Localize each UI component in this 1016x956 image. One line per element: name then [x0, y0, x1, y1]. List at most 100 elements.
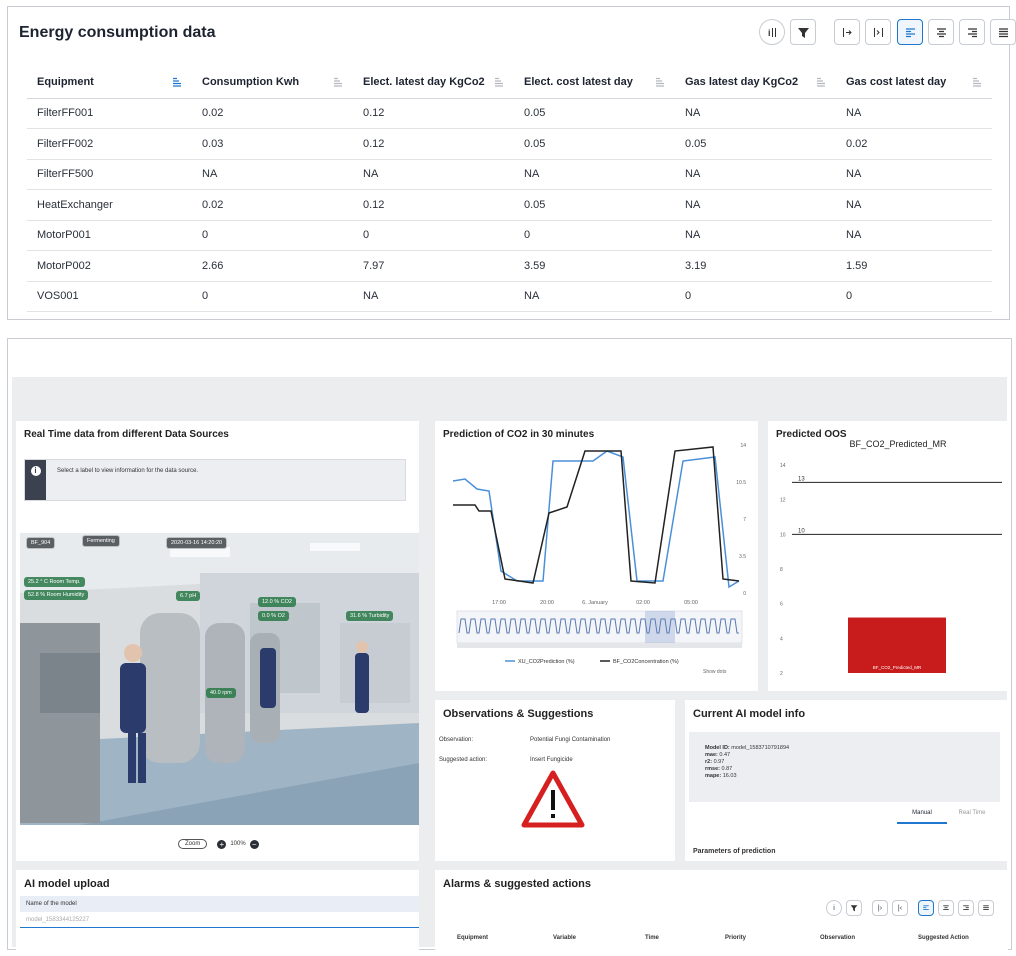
oos-reference-label: 10 [798, 528, 805, 534]
co2-navigator-window [645, 611, 675, 643]
mae-value: 0.47 [719, 752, 731, 758]
zoom-button[interactable]: Zoom [178, 839, 208, 849]
ai-upload-card: AI model upload Name of the model model_… [16, 870, 419, 956]
table-cell: NA [514, 281, 675, 312]
align-left-icon[interactable] [897, 19, 923, 45]
table-cell: MotorP001 [27, 220, 192, 251]
alarms-column-header[interactable]: Suggested Action [896, 935, 1006, 949]
alarms-column-header[interactable]: Observation [798, 935, 896, 949]
expand-columns-icon[interactable] [834, 19, 860, 45]
table-row[interactable]: MotorP001 0 0 0 NA NA [27, 220, 992, 251]
zoom-in-icon[interactable]: + [217, 839, 227, 849]
table-row[interactable]: FilterFF500 NA NA NA NA NA [27, 159, 992, 190]
info-icon: i [30, 466, 41, 476]
humidity-tag[interactable]: 52.8 % Room Humidity [24, 590, 89, 600]
filter-icon[interactable] [790, 19, 816, 45]
zoom-controls: Zoom + 100% − [178, 839, 263, 849]
tab-manual[interactable]: Manual [897, 810, 947, 824]
collapse-columns-icon[interactable] [865, 19, 891, 45]
sort-icon[interactable] [972, 77, 982, 87]
realtime-info-text: Select a label to view information for t… [57, 468, 199, 474]
align-right-icon[interactable] [959, 19, 985, 45]
align-justify-icon[interactable] [990, 19, 1016, 45]
sort-icon[interactable] [655, 77, 665, 87]
tab-realtime[interactable]: Real Time [947, 810, 997, 824]
table-cell: NA [675, 220, 836, 251]
rpm-tag[interactable]: 40.0 rpm [206, 688, 236, 698]
column-header-label: Equipment [37, 76, 94, 89]
mape-label: mape: [705, 773, 722, 779]
alarms-column-header[interactable]: Variable [531, 935, 623, 949]
column-header[interactable]: Consumption Kwh [192, 67, 353, 99]
co2-tag[interactable]: 12.0 % CO2 [258, 597, 296, 607]
align-center-icon[interactable] [928, 19, 954, 45]
alarms-align-center-icon[interactable] [938, 900, 954, 916]
table-row[interactable]: FilterFF002 0.03 0.12 0.05 0.05 0.02 [27, 128, 992, 160]
column-header[interactable]: Elect. cost latest day [514, 67, 675, 99]
model-name-input[interactable]: model_1583344125227 [20, 912, 419, 928]
table-cell: 0 [192, 220, 353, 251]
oos-card: Predicted OOS BF_CO2_Predicted_MR 2 4 6 8 10 1… [768, 421, 1008, 691]
energy-toolbar-mid [834, 19, 896, 45]
r2-value: 0.97 [713, 759, 725, 765]
energy-table: Equipment Consumption Kwh Elect. latest da… [27, 67, 992, 312]
column-header[interactable]: Equipment [27, 67, 192, 99]
sort-icon[interactable] [494, 77, 504, 87]
oos-y-tick: 12 [780, 498, 786, 504]
alarms-align-right-icon[interactable] [958, 900, 974, 916]
column-header[interactable]: Elect. latest day KgCo2 [353, 67, 514, 99]
date-tag[interactable]: 2020-03-16 14:20:20 [166, 537, 228, 549]
alarms-title: Alarms & suggested actions [443, 878, 591, 890]
alarms-collapse-icon[interactable]: |‹ [892, 900, 908, 916]
alarms-column-header[interactable]: Time [623, 935, 703, 949]
ph-tag[interactable]: 6.7 pH [176, 591, 201, 601]
co2-navigator-scrollbar [457, 643, 742, 648]
table-cell: HeatExchanger [27, 189, 192, 221]
sort-icon[interactable] [172, 77, 182, 87]
co2-y-tick: 14 [740, 443, 746, 449]
mape-value: 16.03 [722, 773, 737, 779]
sort-icon[interactable] [333, 77, 343, 87]
co2-prediction-line [452, 450, 740, 589]
column-header[interactable]: Gas latest day KgCo2 [675, 67, 836, 99]
turbidity-tag[interactable]: 31.6 % Turbidity [346, 611, 394, 621]
oos-reference-label: 13 [798, 476, 805, 482]
alarms-filter-icon[interactable] [846, 900, 862, 916]
column-header[interactable]: Gas cost latest day [836, 67, 992, 99]
alarms-column-header[interactable]: Priority [703, 935, 798, 949]
sort-icon[interactable] [816, 77, 826, 87]
column-info-icon[interactable]: i [759, 19, 785, 45]
table-row[interactable]: HeatExchanger 0.02 0.12 0.05 NA NA [27, 189, 992, 221]
alarms-column-info-icon[interactable]: i [826, 900, 842, 916]
co2-x-tick: 6. January [582, 600, 608, 606]
room-temp-tag[interactable]: 25.2 ° C Room Temp. [24, 577, 85, 587]
table-cell: 0.05 [675, 128, 836, 160]
table-row[interactable]: FilterFF001 0.02 0.12 0.05 NA NA [27, 98, 992, 129]
state-tag[interactable]: Fermenting [82, 535, 120, 547]
o2-tag[interactable]: 0.0 % O2 [258, 611, 289, 621]
params-title: Parameters of prediction [693, 848, 776, 855]
date-tag-label: 2020-03-16 14:20:20 [171, 540, 223, 546]
zoom-out-icon[interactable]: − [249, 839, 259, 849]
lab-photo: BF_904 Fermenting 2020-03-16 14:20:20 25… [20, 533, 419, 825]
table-cell: 0 [192, 281, 353, 312]
table-cell: MotorP002 [27, 250, 192, 282]
table-cell: 3.59 [514, 250, 675, 282]
column-header-label: Gas cost latest day [846, 76, 947, 89]
bf-tag[interactable]: BF_904 [26, 537, 56, 549]
alarms-align-left-icon[interactable] [918, 900, 934, 916]
upload-title: AI model upload [24, 878, 110, 890]
alarms-expand-icon[interactable]: |› [872, 900, 888, 916]
co2-legend-concentration: BF_CO2Concentration (%) [613, 659, 679, 665]
table-cell: 0 [675, 281, 836, 312]
table-body: FilterFF001 0.02 0.12 0.05 NA NA FilterFF002 0.… [27, 98, 992, 312]
observation-value: Potential Fungi Contamination [530, 737, 611, 743]
observations-title: Observations & Suggestions [443, 708, 594, 720]
table-row[interactable]: MotorP002 2.66 7.97 3.59 3.19 1.59 [27, 250, 992, 282]
alarms-align-justify-icon[interactable] [978, 900, 994, 916]
alarms-column-header[interactable]: Equipment [435, 935, 531, 949]
dashboard-frame: Real Time data from different Data Sourc… [7, 338, 1012, 956]
table-cell: NA [836, 220, 992, 251]
mae-label: mae: [705, 752, 718, 758]
table-row[interactable]: VOS001 0 NA NA 0 0 [27, 281, 992, 312]
